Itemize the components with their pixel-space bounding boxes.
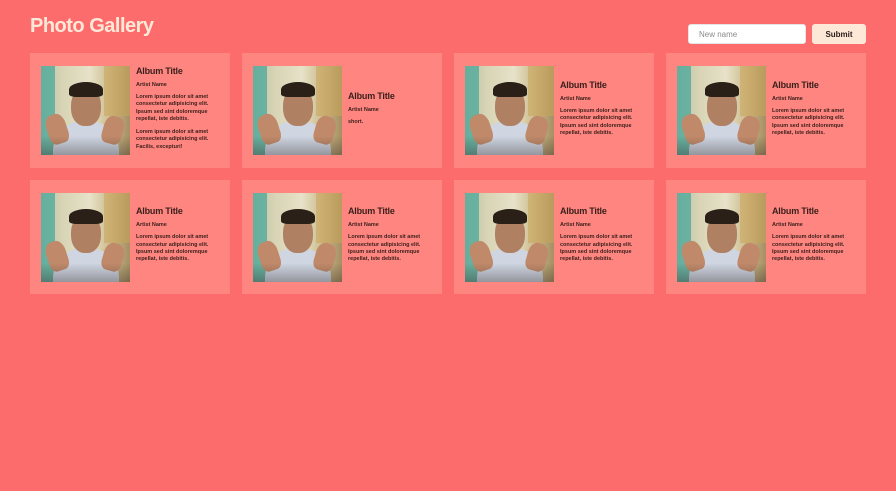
- submit-button[interactable]: Submit: [812, 24, 866, 44]
- album-info: Album Title Artist Name Lorem ipsum dolo…: [772, 206, 855, 269]
- album-description: Lorem ipsum dolor sit amet consectetur a…: [772, 234, 845, 263]
- album-photo: [41, 193, 130, 282]
- album-card: Album Title Artist Name Lorem ipsum dolo…: [454, 180, 654, 294]
- album-info: Album Title Artist Name short.: [348, 91, 431, 131]
- album-info: Album Title Artist Name Lorem ipsum dolo…: [560, 80, 643, 143]
- album-info: Album Title Artist Name Lorem ipsum dolo…: [772, 80, 855, 143]
- album-title: Album Title: [136, 206, 183, 217]
- album-card: Album Title Artist Name Lorem ipsum dolo…: [666, 53, 866, 168]
- album-title: Album Title: [348, 206, 395, 217]
- album-description: Lorem ipsum dolor sit amet consectetur a…: [560, 107, 633, 136]
- artist-name: Artist Name: [348, 222, 379, 229]
- page-title: Photo Gallery: [30, 15, 154, 37]
- album-description: Lorem ipsum dolor sit amet consectetur a…: [136, 128, 209, 150]
- artist-name: Artist Name: [348, 106, 379, 113]
- album-info: Album Title Artist Name Lorem ipsum dolo…: [560, 206, 643, 269]
- album-title: Album Title: [560, 79, 607, 90]
- album-photo: [41, 66, 130, 155]
- album-info: Album Title Artist Name Lorem ipsum dolo…: [136, 66, 219, 156]
- album-description: short.: [348, 118, 364, 125]
- new-name-input[interactable]: [688, 24, 806, 44]
- artist-name: Artist Name: [136, 222, 167, 229]
- album-description: Lorem ipsum dolor sit amet consectetur a…: [560, 234, 633, 263]
- album-description: Lorem ipsum dolor sit amet consectetur a…: [772, 107, 845, 136]
- album-description: Lorem ipsum dolor sit amet consectetur a…: [136, 94, 209, 123]
- album-photo: [253, 193, 342, 282]
- album-card: Album Title Artist Name Lorem ipsum dolo…: [30, 53, 230, 168]
- album-description: Lorem ipsum dolor sit amet consectetur a…: [348, 234, 421, 263]
- album-title: Album Title: [136, 66, 183, 76]
- album-card: Album Title Artist Name Lorem ipsum dolo…: [666, 180, 866, 294]
- album-card: Album Title Artist Name Lorem ipsum dolo…: [242, 180, 442, 294]
- album-info: Album Title Artist Name Lorem ipsum dolo…: [136, 206, 219, 269]
- album-card: Album Title Artist Name Lorem ipsum dolo…: [30, 180, 230, 294]
- artist-name: Artist Name: [560, 95, 591, 102]
- artist-name: Artist Name: [560, 222, 591, 229]
- album-photo: [677, 66, 766, 155]
- album-photo: [677, 193, 766, 282]
- album-description: Lorem ipsum dolor sit amet consectetur a…: [136, 234, 209, 263]
- album-photo: [465, 66, 554, 155]
- album-title: Album Title: [348, 90, 395, 101]
- album-title: Album Title: [772, 206, 819, 217]
- artist-name: Artist Name: [772, 222, 803, 229]
- album-card: Album Title Artist Name Lorem ipsum dolo…: [454, 53, 654, 168]
- album-photo: [465, 193, 554, 282]
- album-card: Album Title Artist Name short.: [242, 53, 442, 168]
- artist-name: Artist Name: [772, 95, 803, 102]
- album-title: Album Title: [560, 206, 607, 217]
- artist-name: Artist Name: [136, 82, 167, 88]
- album-grid: Album Title Artist Name Lorem ipsum dolo…: [30, 53, 866, 294]
- album-info: Album Title Artist Name Lorem ipsum dolo…: [348, 206, 431, 269]
- album-title: Album Title: [772, 79, 819, 90]
- album-photo: [253, 66, 342, 155]
